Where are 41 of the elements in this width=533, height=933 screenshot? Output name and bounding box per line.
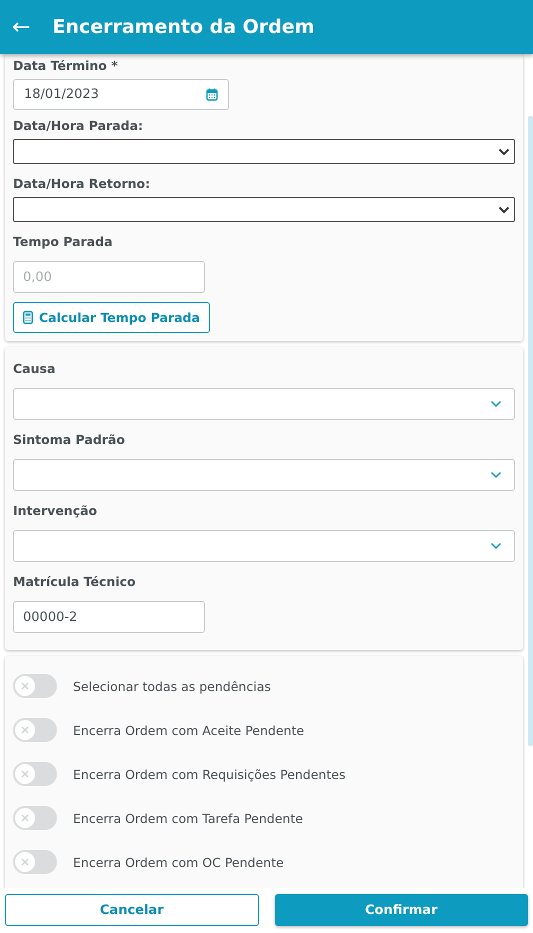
text-field[interactable]: 00000-2 [13, 601, 205, 633]
toggle-label: Encerra Ordem com Tarefa Pendente [73, 810, 303, 826]
toggle-switch[interactable] [13, 806, 57, 830]
toggle-switch[interactable] [13, 674, 57, 698]
chevron-down-icon [490, 471, 502, 479]
select-field[interactable] [13, 139, 515, 164]
cancel-button[interactable]: Cancelar [5, 894, 258, 926]
field-label: Data/Hora Parada: [13, 118, 144, 133]
date-field[interactable]: 18/01/2023 [13, 79, 229, 110]
select-field[interactable] [13, 197, 515, 222]
field-label: Intervenção [13, 503, 98, 518]
close-icon [21, 858, 29, 866]
toggle-switch[interactable] [13, 850, 57, 874]
chevron-down-icon [490, 542, 502, 550]
confirm-button[interactable]: Confirmar [274, 894, 528, 926]
close-icon [21, 726, 29, 734]
chevron-down-icon [498, 206, 510, 214]
field-label: Sintoma Padrão [13, 432, 126, 447]
toggle-label: Selecionar todas as pendências [73, 678, 271, 694]
text-field[interactable]: 0,00 [13, 261, 205, 293]
field-label: Matrícula Técnico [13, 574, 137, 589]
page-title: Encerramento da Ordem [52, 16, 314, 38]
calculate-button[interactable]: Calcular Tempo Parada [13, 302, 210, 333]
close-icon [21, 682, 29, 690]
toggle-label: Encerra Ordem com OC Pendente [73, 854, 284, 870]
back-button[interactable]: ← [12, 14, 30, 40]
field-label: Tempo Parada [13, 234, 114, 249]
close-icon [21, 770, 29, 778]
field-label: Data/Hora Retorno: [13, 176, 152, 191]
field-label: Data Término * [13, 58, 119, 73]
toggle-label: Encerra Ordem com Requisições Pendentes [73, 766, 346, 782]
field-label: Causa [13, 361, 56, 376]
chevron-down-icon [490, 400, 502, 408]
toggle-switch[interactable] [13, 762, 57, 786]
calculator-icon [23, 311, 33, 324]
calendar-icon [206, 88, 218, 101]
scrollbar-thumb[interactable] [528, 116, 533, 746]
toggle-label: Encerra Ordem com Aceite Pendente [73, 722, 304, 738]
toggle-switch[interactable] [13, 718, 57, 742]
chevron-down-icon [498, 148, 510, 156]
close-icon [21, 814, 29, 822]
